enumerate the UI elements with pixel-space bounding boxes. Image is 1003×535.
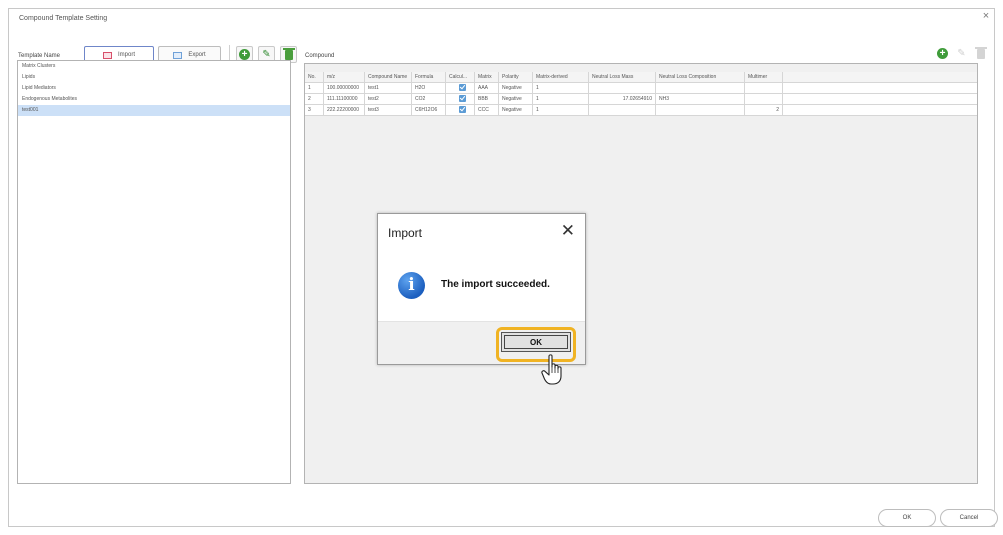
- export-button-label: Export: [188, 52, 206, 58]
- cell-calculate[interactable]: [446, 94, 475, 105]
- import-icon: [102, 51, 112, 59]
- window-title: Compound Template Setting: [19, 15, 108, 22]
- window-close-button[interactable]: ×: [980, 9, 992, 23]
- cell-formula[interactable]: C6H12O6: [412, 105, 446, 116]
- col-header-polarity[interactable]: Polarity: [499, 72, 533, 83]
- col-header-neutral-loss-composition[interactable]: Neutral Loss Composition: [656, 72, 745, 83]
- trash-icon: [282, 47, 295, 60]
- cell-filler: [783, 105, 977, 116]
- cell-neutral-loss-composition[interactable]: NH3: [656, 94, 745, 105]
- cell-filler: [783, 83, 977, 94]
- cell-no[interactable]: 3: [305, 105, 324, 116]
- calculate-checkbox[interactable]: [459, 106, 466, 114]
- cell-mz[interactable]: 100.00000000: [324, 83, 365, 94]
- cell-matrix-derived[interactable]: 1: [533, 83, 589, 94]
- cell-no[interactable]: 2: [305, 94, 324, 105]
- hand-cursor-icon: [541, 354, 562, 385]
- cell-matrix[interactable]: AAA: [475, 83, 499, 94]
- grid-header-row: No. m/z Compound Name Formula Calcul... …: [305, 72, 977, 83]
- col-header-no[interactable]: No.: [305, 72, 324, 83]
- cell-compound-name[interactable]: test3: [365, 105, 412, 116]
- info-icon: i: [398, 272, 425, 299]
- cell-no[interactable]: 1: [305, 83, 324, 94]
- cell-polarity[interactable]: Negative: [499, 83, 533, 94]
- dialog-message: The import succeeded.: [441, 279, 550, 290]
- template-item-lipid-mediators[interactable]: Lipid Mediators: [18, 83, 290, 94]
- col-header-calculate[interactable]: Calcul...: [446, 72, 475, 83]
- pencil-icon: ✎: [262, 48, 271, 60]
- cell-polarity[interactable]: Negative: [499, 94, 533, 105]
- calculate-checkbox[interactable]: [459, 95, 466, 103]
- cell-filler: [783, 94, 977, 105]
- col-header-matrix-derived[interactable]: Matrix-derived: [533, 72, 589, 83]
- col-header-matrix[interactable]: Matrix: [475, 72, 499, 83]
- cell-mz[interactable]: 222.22200000: [324, 105, 365, 116]
- template-item-matrix-clusters[interactable]: Matrix Clusters: [18, 61, 290, 72]
- template-item-endogenous-metabolites[interactable]: Endogenous Metabolites: [18, 94, 290, 105]
- cell-multimer[interactable]: [745, 83, 783, 94]
- compound-label: Compound: [305, 53, 335, 59]
- col-header-compound-name[interactable]: Compound Name: [365, 72, 412, 83]
- cell-matrix-derived[interactable]: 1: [533, 94, 589, 105]
- cell-calculate[interactable]: [446, 105, 475, 116]
- export-icon: [173, 51, 183, 59]
- template-name-label: Template Name: [18, 53, 61, 59]
- ok-button[interactable]: OK: [878, 509, 936, 527]
- calculate-checkbox[interactable]: [459, 84, 466, 92]
- cell-matrix[interactable]: CCC: [475, 105, 499, 116]
- col-header-mz[interactable]: m/z: [324, 72, 365, 83]
- dialog-close-button[interactable]: ✕: [561, 221, 575, 241]
- cell-matrix-derived[interactable]: 1: [533, 105, 589, 116]
- cell-compound-name[interactable]: test2: [365, 94, 412, 105]
- table-row[interactable]: 3 222.22200000 test3 C6H12O6 CCC Negativ…: [305, 105, 977, 116]
- delete-compound-button[interactable]: [972, 45, 989, 62]
- col-header-filler: [783, 72, 977, 83]
- template-list[interactable]: Matrix Clusters Lipids Lipid Mediators E…: [17, 60, 291, 484]
- import-button-label: Import: [117, 52, 135, 58]
- table-row[interactable]: 1 100.00000000 test1 H2O AAA Negative 1: [305, 83, 977, 94]
- table-row[interactable]: 2 111.11100000 test2 CO2 BBB Negative 1 …: [305, 94, 977, 105]
- cell-neutral-loss-mass[interactable]: 17.02654910: [589, 94, 656, 105]
- cell-neutral-loss-composition[interactable]: [656, 105, 745, 116]
- add-compound-button[interactable]: +: [934, 45, 951, 62]
- cell-formula[interactable]: CO2: [412, 94, 446, 105]
- col-header-formula[interactable]: Formula: [412, 72, 446, 83]
- cell-matrix[interactable]: BBB: [475, 94, 499, 105]
- cell-mz[interactable]: 111.11100000: [324, 94, 365, 105]
- cell-neutral-loss-composition[interactable]: [656, 83, 745, 94]
- cell-compound-name[interactable]: test1: [365, 83, 412, 94]
- col-header-neutral-loss-mass[interactable]: Neutral Loss Mass: [589, 72, 656, 83]
- template-item-lipids[interactable]: Lipids: [18, 72, 290, 83]
- pencil-icon: ✎: [957, 47, 966, 59]
- cell-polarity[interactable]: Negative: [499, 105, 533, 116]
- template-item-test001[interactable]: test001: [18, 105, 290, 116]
- dialog-ok-button[interactable]: OK: [501, 332, 571, 352]
- plus-icon: +: [239, 49, 250, 60]
- cancel-button[interactable]: Cancel: [940, 509, 998, 527]
- cell-neutral-loss-mass[interactable]: [589, 105, 656, 116]
- cell-calculate[interactable]: [446, 83, 475, 94]
- cell-multimer[interactable]: [745, 94, 783, 105]
- col-header-multimer[interactable]: Multimer: [745, 72, 783, 83]
- edit-compound-button[interactable]: ✎: [953, 45, 970, 62]
- dialog-title: Import: [388, 226, 423, 240]
- cell-multimer[interactable]: 2: [745, 105, 783, 116]
- import-dialog: Import ✕ i The import succeeded. OK: [377, 213, 586, 365]
- trash-icon: [974, 46, 987, 59]
- plus-icon: +: [937, 48, 948, 59]
- cell-neutral-loss-mass[interactable]: [589, 83, 656, 94]
- cell-formula[interactable]: H2O: [412, 83, 446, 94]
